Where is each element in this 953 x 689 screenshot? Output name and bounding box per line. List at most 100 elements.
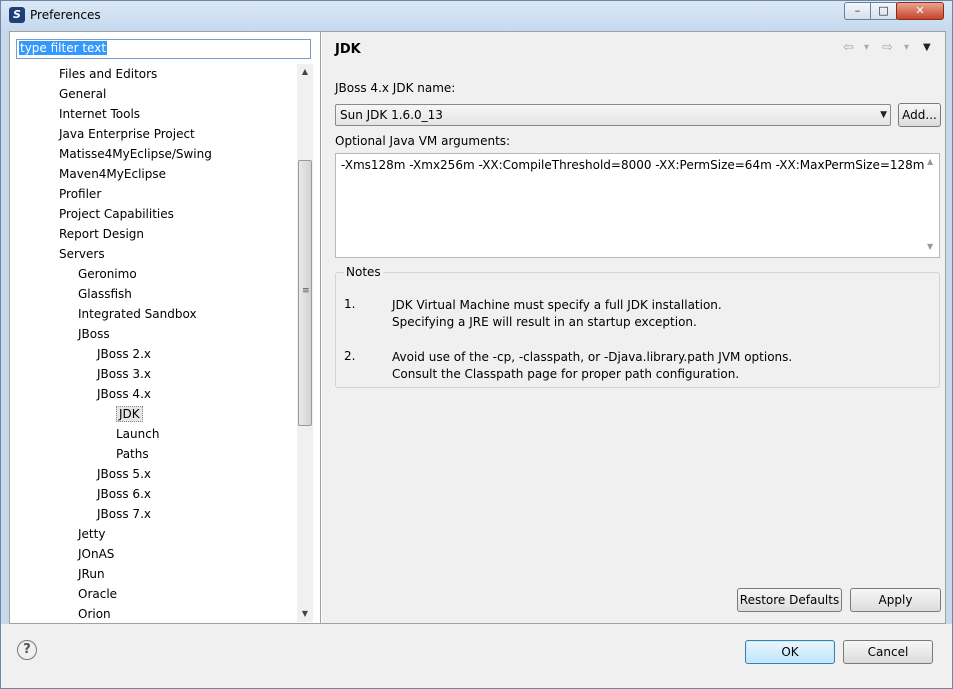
tree-item-label: Paths [116, 447, 149, 461]
tree-item-label: JBoss 2.x [97, 347, 151, 361]
tree-item[interactable]: Jetty [78, 524, 105, 544]
tree-item-label: Matisse4MyEclipse/Swing [59, 147, 212, 161]
tree-item-label: Servers [59, 247, 105, 261]
tree-item[interactable]: Paths [116, 444, 149, 464]
note-number: 2. [344, 349, 356, 363]
tree-item[interactable]: Oracle [78, 584, 117, 604]
note-line: Avoid use of the -cp, -classpath, or -Dj… [392, 350, 793, 364]
tree-item[interactable]: JBoss 3.x [97, 364, 151, 384]
back-menu-icon[interactable]: ▾ [864, 42, 869, 53]
note-text: JDK Virtual Machine must specify a full … [392, 297, 722, 331]
scroll-up-arrow-icon[interactable]: ▲ [297, 64, 313, 80]
tree-item-label: General [59, 87, 107, 101]
note-text: Avoid use of the -cp, -classpath, or -Dj… [392, 349, 792, 383]
tree-item[interactable]: JBoss 2.x [97, 344, 151, 364]
tree-item-label: JRun [78, 567, 105, 581]
tree-item[interactable]: JBoss 4.x [97, 384, 151, 404]
tree-item[interactable]: Report Design [59, 224, 144, 244]
tree-scrollbar[interactable]: ▲ ≡ ▼ [297, 64, 313, 622]
tree-item-label: JDK [116, 406, 143, 422]
note-number: 1. [344, 297, 356, 311]
tree-item-label: Glassfish [78, 287, 132, 301]
tree-item-label: Project Capabilities [59, 207, 174, 221]
jdk-select[interactable]: Sun JDK 1.6.0_13 ▼ [335, 104, 891, 126]
page-header: JDK ⇦ ▾ ⇨ ▾ ▼ [322, 32, 945, 67]
forward-menu-icon[interactable]: ▾ [904, 42, 909, 53]
preferences-window: S Preferences – □ ✕ type filter text Fil… [0, 0, 953, 689]
app-icon: S [9, 7, 25, 23]
tree-item-label: Orion [78, 607, 111, 621]
tree-item[interactable]: Maven4MyEclipse [59, 164, 166, 184]
add-jdk-button[interactable]: Add... [898, 103, 941, 127]
vm-args-textarea[interactable]: -Xms128m -Xmx256m -XX:CompileThreshold=8… [335, 153, 940, 258]
tree-item[interactable]: Orion [78, 604, 111, 622]
tree-item[interactable]: Glassfish [78, 284, 132, 304]
tree-item[interactable]: JBoss [78, 324, 110, 344]
view-menu-icon[interactable]: ▼ [923, 42, 931, 53]
tree-item[interactable]: Integrated Sandbox [78, 304, 197, 324]
tree-item[interactable]: Geronimo [78, 264, 137, 284]
tree-item[interactable]: Profiler [59, 184, 101, 204]
tree-item[interactable]: JBoss 5.x [97, 464, 151, 484]
tree-item[interactable]: Servers [59, 244, 105, 264]
tree-item[interactable]: Launch [116, 424, 159, 444]
tree-item[interactable]: General [59, 84, 106, 104]
note-line: Specifying a JRE will result in an start… [392, 315, 697, 329]
tree-item[interactable]: JOnAS [78, 544, 114, 564]
jdk-name-label: JBoss 4.x JDK name: [335, 81, 456, 95]
tree-item-label: Launch [116, 427, 160, 441]
tree-item-label: JBoss 6.x [97, 487, 151, 501]
tree-item[interactable]: Internet Tools [59, 104, 140, 124]
scroll-down-arrow-icon[interactable]: ▼ [297, 606, 313, 622]
scroll-down-arrow-icon[interactable]: ▼ [927, 242, 933, 251]
forward-arrow-icon[interactable]: ⇨ [882, 40, 893, 55]
note-line: JDK Virtual Machine must specify a full … [392, 298, 722, 312]
close-button[interactable]: ✕ [896, 2, 944, 20]
tree-item[interactable]: Project Capabilities [59, 204, 174, 224]
preference-tree: Files and Editors General Internet Tools Ja… [10, 64, 296, 622]
notes-title: Notes [344, 265, 383, 279]
notes-group: Notes 1. JDK Virtual Machine must specif… [335, 265, 940, 388]
vm-args-value: -Xms128m -Xmx256m -XX:CompileThreshold=8… [341, 158, 925, 172]
tree-item[interactable]: Matisse4MyEclipse/Swing [59, 144, 212, 164]
tree-item-label: Java Enterprise Project [59, 127, 195, 141]
tree-item[interactable]: JBoss 7.x [97, 504, 151, 524]
filter-input[interactable]: type filter text [16, 39, 311, 59]
vm-args-label: Optional Java VM arguments: [335, 134, 511, 148]
help-icon[interactable]: ? [17, 640, 37, 660]
tree-item-label: JBoss [78, 327, 110, 341]
tree-item-label: JBoss 4.x [97, 387, 151, 401]
scroll-up-arrow-icon[interactable]: ▲ [927, 157, 933, 166]
minimize-button[interactable]: – [844, 2, 871, 20]
tree-item-label: JOnAS [78, 547, 115, 561]
tree-item-label: JBoss 7.x [97, 507, 151, 521]
ok-button[interactable]: OK [745, 640, 835, 664]
tree-item[interactable]: Java Enterprise Project [59, 124, 195, 144]
restore-defaults-button[interactable]: Restore Defaults [737, 588, 842, 612]
tree-item[interactable]: JRun [78, 564, 105, 584]
note-line: Consult the Classpath page for proper pa… [392, 367, 740, 381]
tree-item[interactable]: JBoss 6.x [97, 484, 151, 504]
textarea-scrollbar[interactable]: ▲ ▼ [923, 154, 939, 257]
dialog-footer: ? OK Cancel [1, 624, 952, 688]
tree-item-label: Geronimo [78, 267, 137, 281]
jdk-select-value: Sun JDK 1.6.0_13 [340, 108, 443, 122]
tree-item-label: Maven4MyEclipse [59, 167, 166, 181]
scroll-thumb[interactable]: ≡ [298, 160, 312, 426]
tree-item[interactable]: Files and Editors [59, 64, 157, 84]
maximize-button[interactable]: □ [870, 2, 897, 20]
chevron-down-icon: ▼ [880, 110, 887, 120]
tree-item-label: Files and Editors [59, 67, 158, 81]
tree-item-label: Internet Tools [59, 107, 141, 121]
preference-tree-pane: type filter text Files and Editors Genera… [10, 32, 321, 623]
back-arrow-icon[interactable]: ⇦ [843, 40, 854, 55]
apply-button[interactable]: Apply [850, 588, 941, 612]
tree-item-label: JBoss 3.x [97, 367, 151, 381]
tree-item-label: Jetty [78, 527, 106, 541]
tree-item-label: Oracle [78, 587, 118, 601]
page-title: JDK [335, 42, 361, 57]
cancel-button[interactable]: Cancel [843, 640, 933, 664]
filter-text: type filter text [19, 41, 108, 55]
tree-item-label: Integrated Sandbox [78, 307, 197, 321]
tree-item[interactable]: JDK [116, 404, 143, 424]
